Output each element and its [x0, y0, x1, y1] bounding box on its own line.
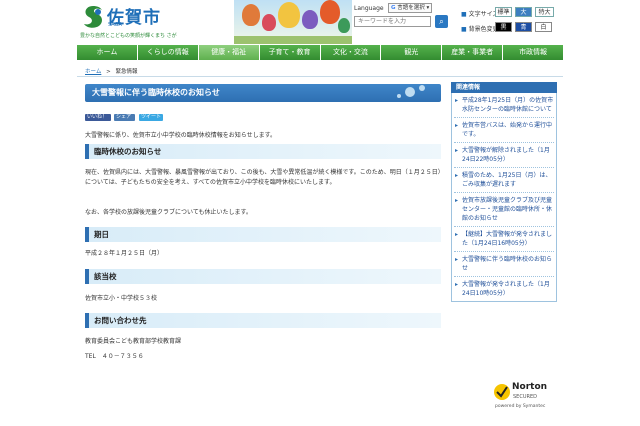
bg-color-icon: ■ — [461, 26, 467, 33]
font-size-normal-button[interactable]: 標準 — [495, 7, 512, 17]
nav-childcare[interactable]: 子育て・教育 — [259, 45, 321, 60]
language-label: Language — [354, 5, 384, 12]
page: 佐賀市 SAGA 豊かな自然とこどもの笑顔が輝くまち さが Language G… — [77, 0, 563, 426]
breadcrumb-current: 緊急情報 — [115, 69, 138, 75]
bubble-decoration-small-icon — [419, 85, 425, 91]
closure-paragraph-1: 現在、佐賀県内には、大雪警報、暴風雪警報が出ており、この後も、大雪や異常低温が続… — [85, 169, 441, 186]
facebook-like-button[interactable]: いいね！ — [85, 114, 111, 121]
page-title-text: 大雪警報に伴う臨時休校のお知らせ — [92, 88, 220, 97]
section-heading-date: 期日 — [85, 227, 441, 242]
font-size-label: ■ 文字サイズ — [461, 9, 498, 18]
norton-powered-by: powered by Symantec — [495, 404, 546, 409]
checkmark-icon — [494, 384, 510, 400]
bubble-decoration-tiny-icon — [397, 94, 401, 98]
nav-tourism[interactable]: 観光 — [381, 45, 443, 60]
related-link[interactable]: 大雪警報に伴う臨時休校のお知らせ — [454, 252, 554, 277]
font-size-xlarge-button[interactable]: 特大 — [535, 7, 554, 17]
nav-culture[interactable]: 文化・交流 — [320, 45, 382, 60]
breadcrumb-divider — [77, 76, 563, 77]
header-balloon-image — [234, 0, 352, 44]
global-nav: ホーム くらしの情報 健康・福祉 子育て・教育 文化・交流 観光 産業・事業者 … — [77, 45, 563, 60]
date-text: 平成２８年１月２５日（月） — [85, 250, 164, 257]
google-g-icon: G — [391, 5, 396, 11]
site-title-latin: SAGA — [108, 22, 122, 28]
related-link[interactable]: 積雪のため、1月25日（月）は、ごみ収集が遅れます — [454, 168, 554, 193]
norton-secured: SECURED — [513, 394, 537, 400]
page-title: 大雪警報に伴う臨時休校のお知らせ — [85, 84, 441, 102]
nav-health[interactable]: 健康・福祉 — [198, 45, 260, 60]
nav-business[interactable]: 産業・事業者 — [442, 45, 504, 60]
schools-text: 佐賀市立小・中学校５３校 — [85, 295, 158, 302]
nav-living[interactable]: くらしの情報 — [137, 45, 199, 60]
norton-secured-seal[interactable]: Norton SECURED powered by Symantec — [491, 378, 551, 412]
closure-paragraph-2: なお、各学校の放課後児童クラブについても休止いたします。 — [85, 209, 252, 216]
breadcrumb: ホーム > 緊急情報 — [85, 67, 137, 75]
related-info-sidebar: 関連情報 平成28年1月25日（月）の佐賀市水防センターの臨時休館について 佐賀… — [451, 82, 557, 302]
chevron-down-icon: ▾ — [426, 5, 430, 11]
font-size-label-text: 文字サイズ — [468, 11, 499, 18]
language-select[interactable]: G 言語を選択 ▾ — [388, 3, 432, 13]
nav-government[interactable]: 市政情報 — [503, 45, 563, 60]
site-tagline: 豊かな自然とこどもの笑顔が輝くまち さが — [80, 33, 177, 39]
section-heading-closure: 臨時休校のお知らせ — [85, 144, 441, 159]
related-link[interactable]: 大雪警報が解除されました（1月24日22時05分） — [454, 143, 554, 168]
search-button[interactable]: ⌕ — [435, 15, 448, 28]
font-size-icon: ■ — [461, 11, 467, 18]
related-info-heading: 関連情報 — [451, 82, 557, 93]
related-link[interactable]: 佐賀市営バスは、始発から運行中です。 — [454, 118, 554, 143]
nav-home[interactable]: ホーム — [77, 45, 138, 60]
intro-text: 大雪警報に係り、佐賀市立小中学校の臨時休校情報をお知らせします。 — [85, 132, 277, 139]
saga-logo-icon[interactable] — [80, 4, 106, 30]
facebook-share-button[interactable]: シェア — [114, 114, 135, 121]
related-link[interactable]: 【継続】大雪警報が発令されました（1月24日16時05分） — [454, 227, 554, 252]
bg-white-button[interactable]: 白 — [535, 22, 552, 32]
site-header: 佐賀市 SAGA 豊かな自然とこどもの笑顔が輝くまち さが Language G… — [77, 0, 563, 44]
section-heading-contact: お問い合わせ先 — [85, 313, 441, 328]
bg-color-label: ■ 背景色変更 — [461, 24, 499, 33]
related-link[interactable]: 佐賀市放課後児童クラブ及び児童センター・児童館の臨時休所・休館のお知らせ — [454, 193, 554, 227]
bg-blue-button[interactable]: 青 — [515, 22, 532, 32]
bubble-decoration-icon — [405, 87, 415, 97]
related-link[interactable]: 大雪警報が発令されました（1月24日10時05分） — [454, 277, 554, 301]
contact-phone: TEL ４０－７３５６ — [85, 353, 144, 360]
font-size-large-button[interactable]: 大 — [515, 7, 532, 17]
search-input[interactable] — [354, 16, 431, 27]
language-select-value: 言語を選択 — [397, 5, 425, 11]
section-heading-schools: 該当校 — [85, 269, 441, 284]
norton-brand: Norton — [512, 382, 548, 392]
bg-black-button[interactable]: 黒 — [495, 22, 512, 32]
related-link[interactable]: 平成28年1月25日（月）の佐賀市水防センターの臨時休館について — [454, 93, 554, 118]
related-info-list: 平成28年1月25日（月）の佐賀市水防センターの臨時休館について 佐賀市営バスは… — [451, 93, 557, 302]
tweet-button[interactable]: ツイート — [139, 114, 163, 121]
breadcrumb-home-link[interactable]: ホーム — [85, 69, 101, 75]
breadcrumb-separator: > — [106, 69, 111, 75]
search-icon: ⌕ — [439, 17, 444, 26]
contact-department: 教育委員会こども教育部学校教育課 — [85, 338, 182, 345]
